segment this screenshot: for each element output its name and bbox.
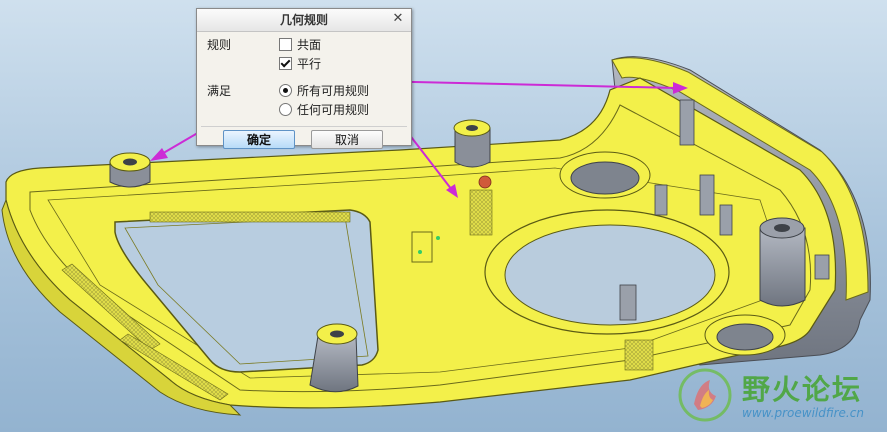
coplanar-text: 共面: [297, 38, 322, 52]
forum-logo-icon: [678, 368, 732, 422]
parallel-text: 平行: [297, 57, 322, 71]
satisfy-label: 满足: [207, 84, 232, 98]
forum-watermark: 野火论坛 www.proewildfire.cn: [676, 366, 884, 428]
any-rule-text: 任何可用规则: [297, 103, 370, 117]
screw-boss-left: [109, 152, 151, 188]
large-hole: [504, 224, 716, 326]
screw-boss-mid: [453, 119, 491, 168]
dialog-title: 几何规则: [197, 9, 411, 32]
screw-boss-right: [759, 217, 806, 307]
parallel-checkbox[interactable]: [279, 57, 292, 70]
all-rules-option[interactable]: 所有可用规则: [279, 83, 369, 99]
rules-label: 规则: [207, 38, 232, 52]
ok-button[interactable]: 确定: [223, 130, 295, 149]
close-icon[interactable]: ✕: [391, 12, 405, 26]
all-rules-text: 所有可用规则: [297, 84, 370, 98]
screw-boss-bottom: [309, 323, 359, 393]
geometry-rules-dialog: 几何规则 ✕ 规则 共面 平行 满足 所有可用规则 任何可用规则 确定 取消: [196, 8, 412, 149]
any-rule-option[interactable]: 任何可用规则: [279, 102, 369, 118]
parallel-option[interactable]: 平行: [279, 56, 321, 72]
watermark-text: 野火论坛: [742, 373, 863, 406]
coplanar-option[interactable]: 共面: [279, 37, 321, 53]
any-rule-radio[interactable]: [279, 103, 292, 116]
coplanar-checkbox[interactable]: [279, 38, 292, 51]
cancel-button[interactable]: 取消: [311, 130, 383, 149]
dialog-separator: [201, 126, 407, 127]
watermark-url: www.proewildfire.cn: [742, 406, 864, 420]
all-rules-radio[interactable]: [279, 84, 292, 97]
